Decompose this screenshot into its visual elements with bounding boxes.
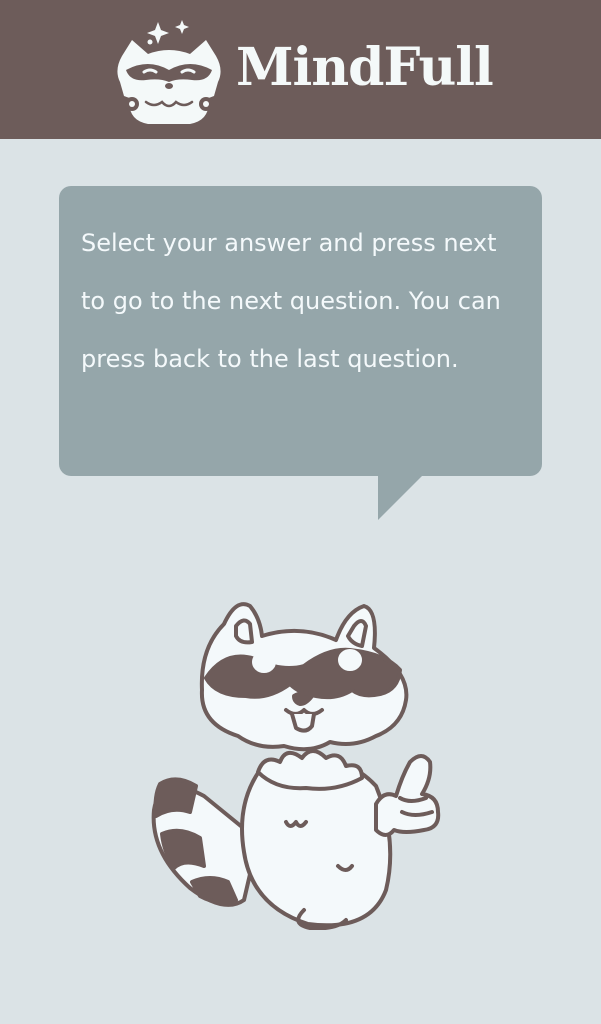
app-title: MindFull [236, 37, 494, 98]
speech-bubble-tail [378, 474, 424, 520]
raccoon-logo-icon [117, 20, 221, 124]
instruction-text: Select your answer and press next to go … [81, 229, 501, 373]
app-header: MindFull [0, 0, 601, 139]
raccoon-thumbs-up-icon [151, 602, 441, 930]
instruction-bubble: Select your answer and press next to go … [59, 186, 542, 476]
